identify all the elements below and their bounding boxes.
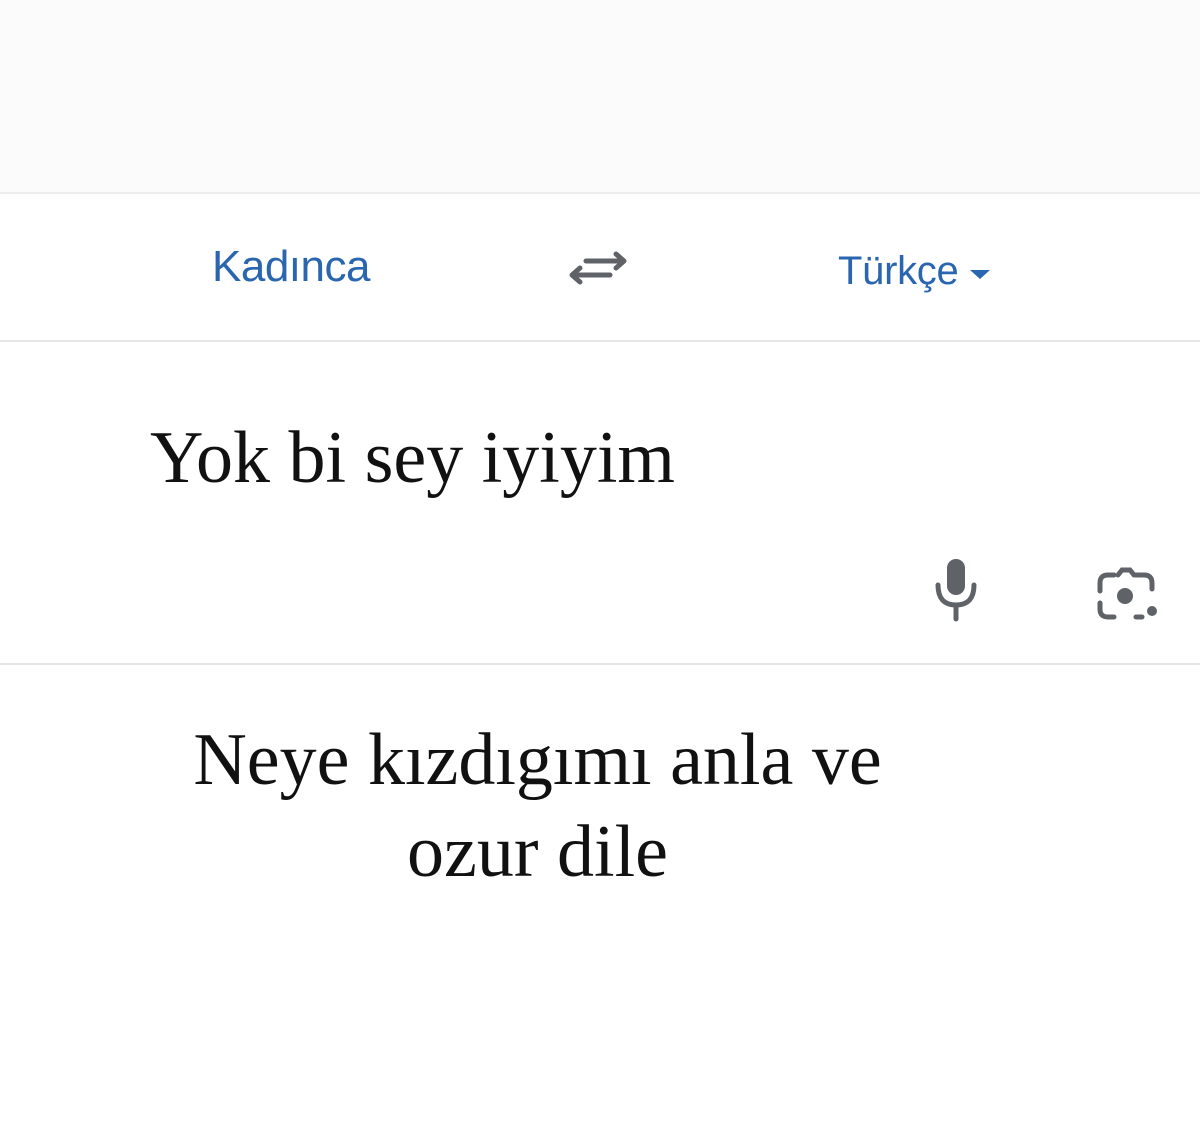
target-language-label: Türkçe xyxy=(838,248,959,293)
translation-line-1: Neye kızdıgımı anla ve xyxy=(193,719,882,801)
target-language-dropdown[interactable]: Türkçe xyxy=(838,246,991,296)
translation-output: Neye kızdıgımı anla ve ozur dile xyxy=(0,714,1075,898)
translate-screen: Kadınca Türkçe Yok bi sey iyiyim Neye kı… xyxy=(0,0,1200,1121)
caret-down-icon xyxy=(970,269,991,279)
source-language-button[interactable]: Kadınca xyxy=(212,242,370,292)
camera-lens-icon[interactable] xyxy=(1092,565,1162,625)
divider-middle xyxy=(0,340,1200,342)
source-text-input[interactable]: Yok bi sey iyiyim xyxy=(150,417,675,499)
swap-arrows-icon[interactable] xyxy=(566,244,632,290)
divider-bottom xyxy=(0,663,1200,665)
translation-line-2: ozur dile xyxy=(407,811,668,893)
language-bar: Kadınca Türkçe xyxy=(0,194,1200,340)
microphone-icon[interactable] xyxy=(928,555,984,625)
top-blank-area xyxy=(0,0,1200,192)
